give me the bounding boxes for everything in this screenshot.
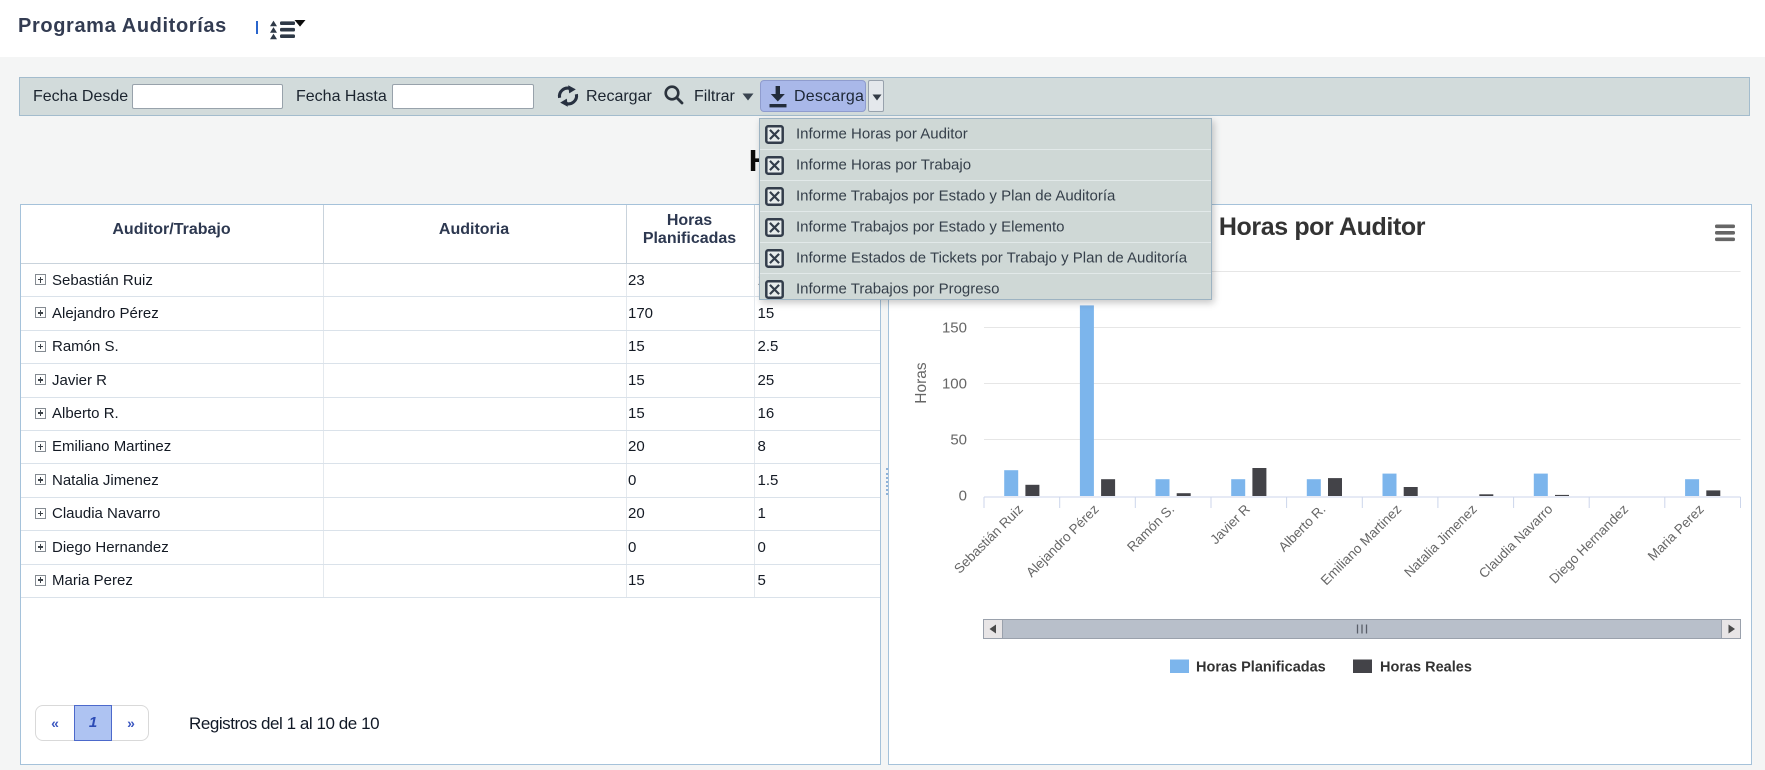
svg-text:Diego Hernandez: Diego Hernandez: [1546, 501, 1631, 586]
svg-text:150: 150: [942, 320, 967, 337]
svg-text:Natalia Jimenez: Natalia Jimenez: [1401, 501, 1480, 580]
svg-text:100: 100: [942, 376, 967, 393]
svg-text:0: 0: [959, 488, 967, 505]
svg-text:Emiliano Martinez: Emiliano Martinez: [1318, 501, 1405, 588]
svg-text:Sebastián Ruiz: Sebastián Ruiz: [951, 501, 1026, 576]
svg-text:Horas Planificadas: Horas Planificadas: [1196, 660, 1326, 676]
svg-text:Horas Reales: Horas Reales: [1380, 660, 1472, 676]
svg-text:Alberto R.: Alberto R.: [1275, 502, 1328, 555]
svg-text:Javier R: Javier R: [1207, 501, 1253, 547]
svg-text:Claudia Navarro: Claudia Navarro: [1476, 502, 1556, 582]
svg-text:Horas: Horas: [913, 362, 930, 404]
svg-text:Horas por Auditor: Horas por Auditor: [1219, 213, 1426, 241]
svg-text:Alejandro Pérez: Alejandro Pérez: [1023, 501, 1102, 580]
svg-text:50: 50: [950, 432, 967, 449]
svg-text:Maria Perez: Maria Perez: [1645, 501, 1707, 563]
svg-text:Ramón S.: Ramón S.: [1124, 502, 1177, 555]
